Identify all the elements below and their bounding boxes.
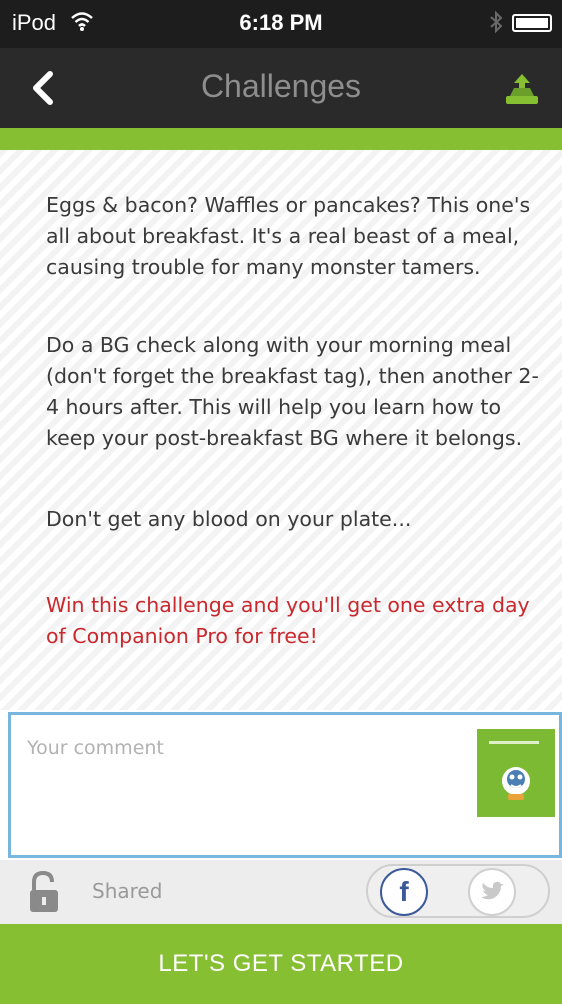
twitter-share-button[interactable] bbox=[468, 868, 516, 916]
challenge-instructions: Do a BG check along with your morning me… bbox=[46, 333, 539, 450]
navigation-bar: Challenges bbox=[0, 48, 562, 128]
status-time: 6:18 PM bbox=[239, 10, 323, 35]
back-button[interactable] bbox=[20, 60, 68, 116]
challenge-reward: Win this challenge and you'll get one ex… bbox=[46, 593, 530, 648]
battery-icon bbox=[512, 14, 552, 32]
challenge-badge-icon bbox=[477, 729, 555, 817]
challenge-intro: Eggs & bacon? Waffles or pancakes? This … bbox=[46, 193, 531, 279]
status-bar: iPod 6:18 PM bbox=[0, 0, 562, 48]
twitter-icon bbox=[481, 881, 504, 900]
share-bar: Shared f bbox=[0, 860, 562, 924]
upload-icon bbox=[506, 74, 538, 104]
challenge-description: Eggs & bacon? Waffles or pancakes? This … bbox=[0, 150, 562, 710]
facebook-icon: f bbox=[399, 876, 409, 907]
privacy-toggle[interactable] bbox=[24, 870, 64, 914]
bluetooth-icon bbox=[488, 10, 504, 40]
chevron-left-icon bbox=[33, 71, 53, 105]
challenge-joke: Don't get any blood on your plate... bbox=[46, 507, 412, 531]
comment-field[interactable]: Your comment bbox=[8, 712, 562, 858]
accent-divider bbox=[0, 128, 562, 150]
lock-icon bbox=[30, 870, 58, 912]
privacy-label: Shared bbox=[92, 879, 163, 903]
facebook-share-button[interactable]: f bbox=[380, 868, 428, 916]
get-started-button[interactable]: LET'S GET STARTED bbox=[0, 924, 562, 1004]
page-title: Challenges bbox=[200, 68, 362, 104]
upload-button[interactable] bbox=[500, 66, 544, 110]
comment-placeholder: Your comment bbox=[27, 737, 164, 759]
